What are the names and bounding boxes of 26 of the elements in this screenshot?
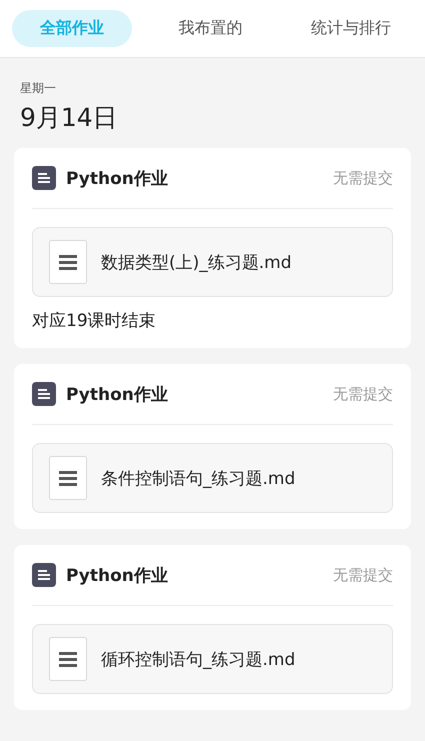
document-icon <box>32 563 56 587</box>
assignment-title: Python作业 <box>66 564 169 586</box>
date-heading: 9月14日 <box>20 102 119 134</box>
submission-status: 无需提交 <box>333 384 393 404</box>
file-name: 数据类型(上)_练习题.md <box>101 252 292 274</box>
document-icon <box>32 166 56 190</box>
tab[interactable]: 我布置的 <box>156 10 264 47</box>
tab[interactable]: 统计与排行 <box>289 10 413 47</box>
document-icon <box>32 382 56 406</box>
file-icon <box>49 456 87 500</box>
file-icon <box>49 637 87 681</box>
file-icon <box>49 240 87 284</box>
assignment-title: Python作业 <box>66 384 169 406</box>
file-attachment[interactable]: 循环控制语句_练习题.md <box>32 624 393 694</box>
assignment-card[interactable]: Python作业 无需提交 循环控制语句_练习题.md <box>14 545 411 710</box>
file-name: 循环控制语句_练习题.md <box>101 648 296 670</box>
assignment-note: 对应19课时结束 <box>32 310 157 332</box>
assignment-card[interactable]: Python作业 无需提交 数据类型(上)_练习题.md 对应19课时结束 <box>14 148 411 348</box>
submission-status: 无需提交 <box>333 566 393 584</box>
file-attachment[interactable]: 数据类型(上)_练习题.md <box>32 227 393 297</box>
submission-status: 无需提交 <box>333 168 393 188</box>
weekday-label: 星期一 <box>20 80 57 97</box>
file-attachment[interactable]: 条件控制语句_练习题.md <box>32 443 393 513</box>
file-name: 条件控制语句_练习题.md <box>101 468 296 490</box>
assignment-card[interactable]: Python作业 无需提交 条件控制语句_练习题.md <box>14 364 411 529</box>
assignment-title: Python作业 <box>66 168 169 190</box>
